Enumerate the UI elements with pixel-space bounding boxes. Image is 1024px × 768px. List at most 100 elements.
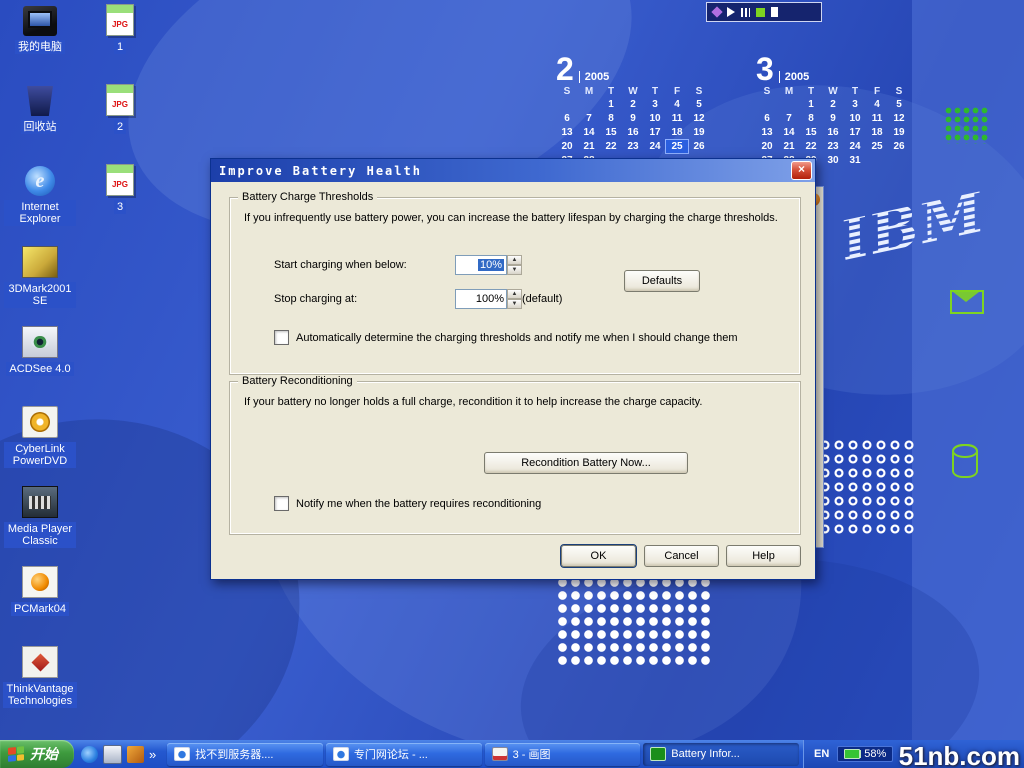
wallpaper-ring-grid <box>818 438 916 538</box>
calendar-date: 3 <box>644 98 666 111</box>
task-label: Battery Infor... <box>671 748 739 760</box>
desktop: IBM 2 2005 SMTWTFS 123456789101112131415… <box>0 0 1024 768</box>
desktop-icon[interactable]: JPG 1 <box>84 0 156 80</box>
calendar-dates: 1234567891011121314151617181920212223242… <box>756 98 916 167</box>
quick-launch-ie-icon[interactable] <box>81 746 98 763</box>
calendar-day-header: T <box>600 86 622 98</box>
calendar-february: 2 2005 SMTWTFS 1234567891011121314151617… <box>556 54 716 167</box>
wallpaper-dot-grid <box>556 576 712 668</box>
desktop-icon[interactable]: JPG 3 <box>84 160 156 240</box>
calendar-day-header: T <box>844 86 866 98</box>
task-label: 专门网论坛 - ... <box>354 746 428 762</box>
close-icon[interactable]: × <box>791 161 812 180</box>
spin-down-icon[interactable]: ▼ <box>507 299 522 309</box>
quick-launch-media-icon[interactable] <box>127 746 144 763</box>
widget-network-icon[interactable] <box>711 6 722 17</box>
desktop-icon[interactable]: ThinkVantage Technologies <box>4 642 76 722</box>
calendar-day-headers: SMTWTFS <box>556 86 716 98</box>
calendar-date: 7 <box>578 112 600 125</box>
envelope-icon <box>950 290 984 314</box>
stop-charging-spinner: 100% ▲ ▼ <box>455 289 522 309</box>
desktop-icon[interactable]: PCMark04 <box>4 562 76 642</box>
calendar-dates: 1234567891011121314151617181920212223242… <box>556 98 716 167</box>
spin-up-icon[interactable]: ▲ <box>507 255 522 265</box>
desktop-icon[interactable]: ACDSee 4.0 <box>4 322 76 402</box>
taskbar-task-button[interactable]: Battery Infor... <box>643 743 799 766</box>
desktop-icon-label: 回收站 <box>21 120 60 134</box>
calendar-date: 16 <box>822 126 844 139</box>
stop-charging-label: Stop charging at: <box>274 293 357 305</box>
desktop-icon-badge: JPG <box>112 20 128 29</box>
start-charging-input[interactable]: 10% <box>455 255 507 275</box>
battery-percent: 58% <box>864 748 886 760</box>
spinner-buttons: ▲ ▼ <box>507 289 522 309</box>
calendar-day-header: S <box>688 86 710 98</box>
calendar-date: 18 <box>666 126 688 139</box>
calendar-year: 2005 <box>779 71 809 83</box>
desktop-icon[interactable]: 3DMark2001 SE <box>4 242 76 322</box>
calendar-date: 13 <box>756 126 778 139</box>
recondition-battery-button[interactable]: Recondition Battery Now... <box>484 452 688 474</box>
desktop-icon[interactable]: JPG 2 <box>84 80 156 160</box>
desktop-icon[interactable]: Media Player Classic <box>4 482 76 562</box>
desktop-icon[interactable]: e Internet Explorer <box>4 162 76 242</box>
group-legend: Battery Charge Thresholds <box>238 191 377 203</box>
auto-determine-checkbox[interactable] <box>274 330 289 345</box>
taskbar-task-button[interactable]: 专门网论坛 - ... <box>326 743 482 766</box>
quick-launch-desktop-icon[interactable] <box>103 745 122 764</box>
desktop-icon-label: PCMark04 <box>11 602 69 616</box>
help-button[interactable]: Help <box>726 545 801 567</box>
desktop-icon-image <box>22 566 58 598</box>
stop-charging-input[interactable]: 100% <box>455 289 507 309</box>
widget-page-icon[interactable] <box>771 7 778 17</box>
start-button[interactable]: 开始 <box>0 740 74 768</box>
quick-launch-overflow-chevron[interactable]: » <box>149 747 156 762</box>
calendar-date <box>756 98 778 111</box>
calendar-date: 12 <box>688 112 710 125</box>
cancel-button[interactable]: Cancel <box>644 545 719 567</box>
task-icon <box>650 747 666 761</box>
calendar-date: 30 <box>822 154 844 167</box>
desktop-icon-label: 1 <box>114 40 126 54</box>
calendar-day-headers: SMTWTFS <box>756 86 916 98</box>
auto-determine-label: Automatically determine the charging thr… <box>296 332 737 344</box>
calendar-day-header: T <box>644 86 666 98</box>
calendar-day-header: S <box>556 86 578 98</box>
calendar-date: 1 <box>600 98 622 111</box>
calendar-date: 17 <box>844 126 866 139</box>
desktop-icon[interactable]: 我的电脑 <box>4 2 76 82</box>
desktop-icon-label: 3DMark2001 SE <box>4 282 76 308</box>
spin-down-icon[interactable]: ▼ <box>507 265 522 275</box>
calendar-date: 2 <box>822 98 844 111</box>
spin-up-icon[interactable]: ▲ <box>507 289 522 299</box>
battery-tray-chip[interactable]: 58% <box>837 746 893 762</box>
language-indicator[interactable]: EN <box>814 748 829 760</box>
calendar-day-header: W <box>822 86 844 98</box>
notify-reconditioning-checkbox[interactable] <box>274 496 289 511</box>
calendar-date: 21 <box>778 140 800 153</box>
taskbar-task-button[interactable]: 找不到服务器.... <box>167 743 323 766</box>
ok-button[interactable]: OK <box>561 545 636 567</box>
calendar-date: 11 <box>866 112 888 125</box>
task-icon <box>333 747 349 761</box>
desktop-icon[interactable]: 回收站 <box>4 82 76 162</box>
calendar-date: 31 <box>844 154 866 167</box>
widget-display-icon[interactable] <box>741 8 750 17</box>
calendar-date: 17 <box>644 126 666 139</box>
taskbar-task-button[interactable]: 3 - 画图 <box>485 743 641 766</box>
calendar-date: 20 <box>556 140 578 153</box>
calendar-date: 4 <box>666 98 688 111</box>
desktop-icon[interactable]: CyberLink PowerDVD <box>4 402 76 482</box>
defaults-button[interactable]: Defaults <box>624 270 700 292</box>
calendar-date: 15 <box>600 126 622 139</box>
widget-volume-icon[interactable] <box>727 7 735 17</box>
task-label: 找不到服务器.... <box>195 746 273 762</box>
desktop-icon-image <box>22 486 58 518</box>
battery-icon <box>844 749 860 759</box>
desktop-icon-image <box>22 246 58 278</box>
desktop-icon-label: ThinkVantage Technologies <box>3 682 76 708</box>
calendar-date: 14 <box>778 126 800 139</box>
widget-status-icon[interactable] <box>756 8 765 17</box>
calendar-day-header: M <box>578 86 600 98</box>
desktop-icons-column-2: JPG 1 JPG 2 JPG 3 <box>84 0 156 240</box>
